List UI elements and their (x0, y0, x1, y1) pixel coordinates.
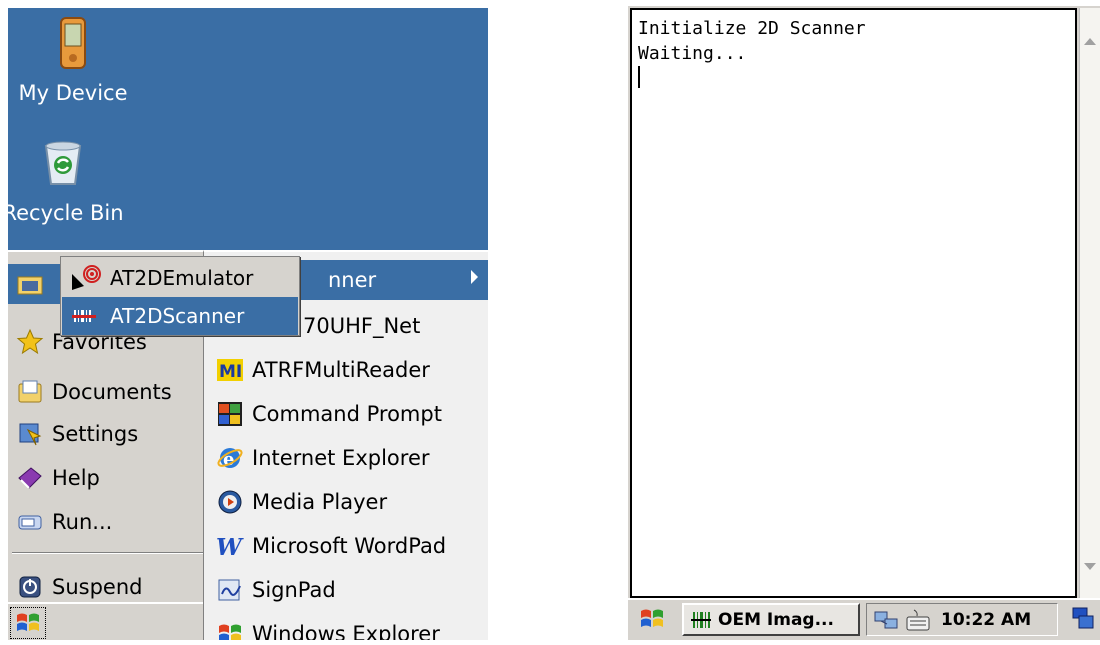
submenu-item-windows-explorer[interactable]: Windows Explorer (204, 614, 488, 640)
menu-item-label: ATRFMultiReader (252, 358, 430, 382)
windows-flag-icon (17, 613, 39, 631)
svg-text:W: W (216, 534, 244, 560)
barcode-scanner-icon (72, 310, 96, 322)
wordpad-icon: W (216, 534, 244, 560)
start-menu-item-suspend[interactable]: Suspend (8, 567, 211, 607)
menu-item-label: nner (328, 268, 377, 292)
vertical-scrollbar[interactable] (1079, 8, 1100, 598)
submenu-item-signpad[interactable]: SignPad (204, 570, 488, 610)
run-icon (18, 515, 42, 530)
console-line: Initialize 2D Scanner (638, 18, 866, 39)
left-device-screen: My Device Recycle Bin Favorites Document… (8, 8, 488, 640)
programs-folder-icon (17, 276, 43, 295)
submenu-item-atrfmultireader[interactable]: MI ATRFMultiReader (204, 350, 488, 390)
network-icon[interactable] (873, 608, 899, 632)
star-icon (16, 328, 44, 355)
start-button[interactable] (636, 605, 670, 633)
submenu-item-command-prompt[interactable]: Command Prompt (204, 394, 488, 434)
menu-item-label: Help (52, 466, 100, 490)
menu-item-label: Suspend (52, 575, 143, 599)
suspend-icon (19, 576, 41, 598)
text-caret (638, 66, 640, 88)
internet-explorer-icon: e (217, 448, 243, 470)
submenu-arrow-icon (471, 270, 478, 284)
clock[interactable]: 10:22 AM (941, 610, 1031, 630)
recycle-bin-icon (44, 141, 82, 185)
submenu-item-wordpad[interactable]: W Microsoft WordPad (204, 526, 488, 566)
show-desktop-icon[interactable] (1070, 605, 1096, 633)
signpad-icon (218, 579, 241, 601)
command-prompt-icon (218, 402, 242, 426)
menu-item-label: Documents (52, 380, 172, 404)
barcode-app-icon (691, 611, 711, 628)
keyboard-icon[interactable] (905, 608, 931, 632)
taskbar-button-oem-imager[interactable]: OEM Imag... (682, 603, 860, 636)
menu-item-label: SignPad (252, 578, 336, 602)
taskbar: OEM Imag... 10:22 AM (628, 598, 1100, 640)
system-tray: 10:22 AM (866, 603, 1058, 636)
settings-icon (19, 423, 42, 446)
windows-flag-icon (641, 609, 663, 627)
start-menu-item-settings[interactable]: Settings (8, 414, 211, 454)
taskbar (8, 602, 203, 640)
windows-explorer-icon (219, 624, 241, 640)
menu-item-label: AT2DScanner (110, 304, 245, 328)
menu-item-label: Windows Explorer (252, 622, 440, 640)
media-player-icon (218, 490, 242, 514)
menu-item-label: Media Player (252, 490, 388, 514)
desktop-icon-my-device[interactable]: My Device (8, 16, 148, 105)
console-line: Waiting... (638, 43, 747, 64)
submenu-item-media-player[interactable]: Media Player (204, 482, 488, 522)
start-menu-item-documents[interactable]: Documents (8, 372, 211, 412)
desktop-icon-label: My Device (18, 81, 128, 105)
menu-item-label: Run... (52, 510, 113, 534)
start-button[interactable] (10, 607, 46, 639)
scanner-flyout-menu: AT2DEmulator AT2DScanner (60, 256, 300, 336)
menu-item-label: 70UHF_Net (303, 314, 421, 338)
menu-item-label: Microsoft WordPad (252, 534, 447, 558)
scroll-down-arrow-icon[interactable] (1084, 563, 1096, 570)
desktop-icon-recycle-bin[interactable]: Recycle Bin (8, 138, 138, 225)
start-menu-item-run[interactable]: Run... (8, 502, 211, 542)
scroll-up-arrow-icon[interactable] (1084, 38, 1096, 45)
menu-divider (12, 552, 207, 554)
submenu-item-internet-explorer[interactable]: e Internet Explorer (204, 438, 488, 478)
flyout-item-at2demulator[interactable]: AT2DEmulator (62, 259, 298, 297)
flyout-item-at2dscanner[interactable]: AT2DScanner (62, 297, 298, 335)
desktop-icon-label: Recycle Bin (8, 201, 124, 225)
right-device-screen: Initialize 2D Scanner Waiting... OEM Imag (628, 6, 1100, 640)
svg-text:MI: MI (219, 362, 242, 382)
console-output[interactable]: Initialize 2D Scanner Waiting... (630, 8, 1077, 598)
mi-app-icon: MI (217, 359, 243, 382)
start-menu-item-help[interactable]: Help (8, 458, 211, 498)
documents-icon (18, 380, 42, 403)
at2d-emulator-icon (72, 265, 101, 290)
help-book-icon (18, 467, 42, 489)
menu-item-label: Command Prompt (252, 402, 442, 426)
menu-item-label: AT2DEmulator (110, 266, 254, 290)
pda-icon (60, 17, 86, 69)
taskbar-button-label: OEM Imag... (718, 609, 834, 630)
menu-item-label: Internet Explorer (252, 446, 430, 470)
menu-item-label: Settings (52, 422, 139, 446)
